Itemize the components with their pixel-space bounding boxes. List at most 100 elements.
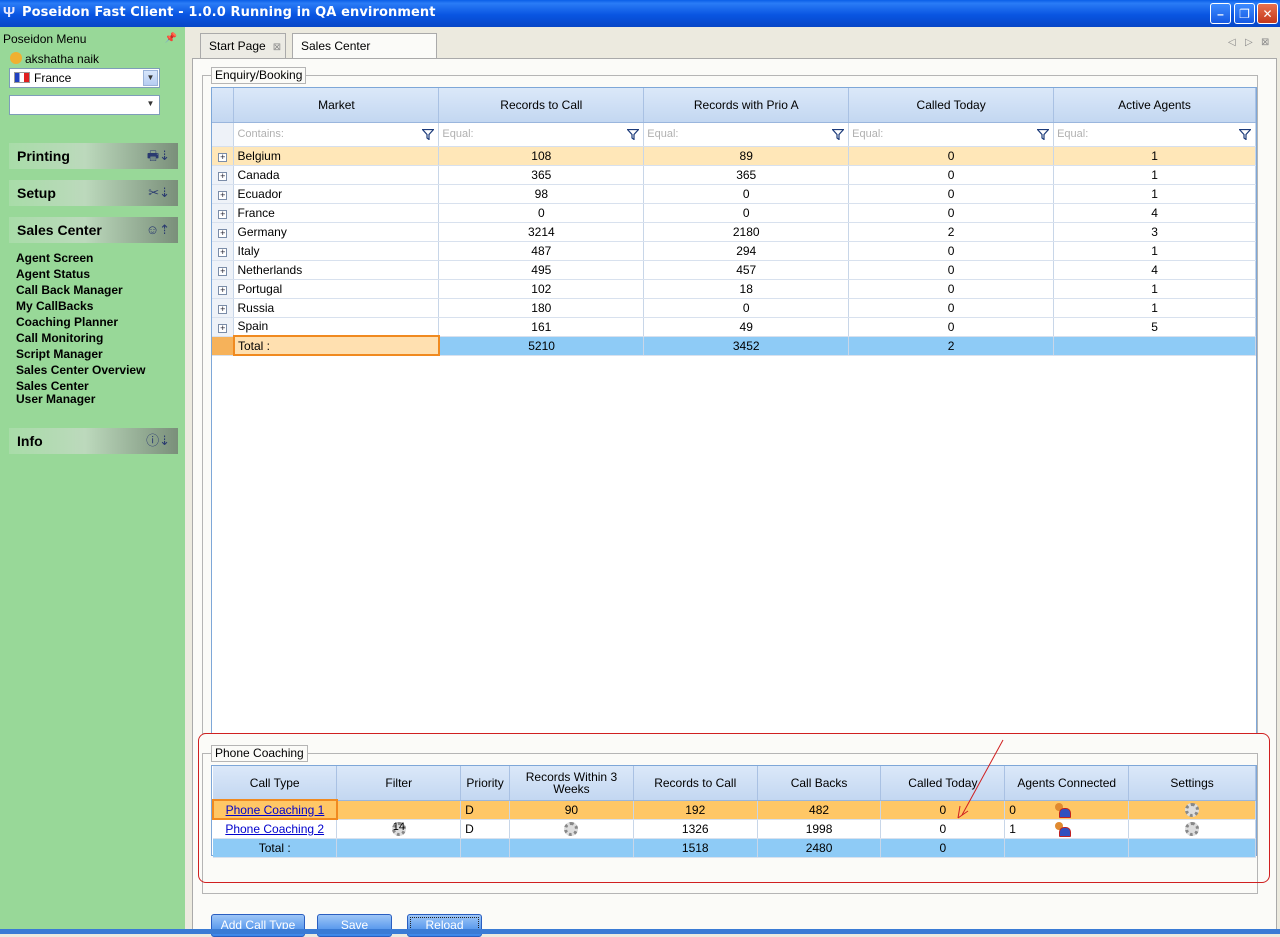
expand-plus-icon[interactable]: + — [218, 285, 228, 295]
records-to-call-cell[interactable]: 487 — [438, 241, 645, 261]
market-cell[interactable]: Netherlands — [233, 260, 440, 280]
records-prio-a-cell[interactable]: 49 — [643, 317, 850, 337]
expander-cell[interactable]: + — [212, 279, 235, 299]
expand-plus-icon[interactable]: + — [218, 228, 228, 238]
filter-records-prio-a[interactable]: Equal: — [643, 122, 850, 147]
funnel-icon[interactable] — [422, 128, 435, 140]
active-agents-cell[interactable]: 1 — [1053, 184, 1256, 204]
active-agents-cell[interactable]: 1 — [1053, 298, 1256, 318]
expand-plus-icon[interactable]: + — [218, 152, 228, 162]
market-row[interactable]: + Italy 487 294 0 1 — [212, 241, 1256, 261]
records-to-call-cell[interactable]: 102 — [438, 279, 645, 299]
records-prio-a-cell[interactable]: 89 — [643, 146, 850, 166]
records-to-call-cell[interactable]: 365 — [438, 165, 645, 185]
filter-active-agents[interactable]: Equal: — [1053, 122, 1256, 147]
expand-plus-icon[interactable]: + — [218, 323, 228, 333]
active-agents-cell[interactable]: 1 — [1053, 165, 1256, 185]
market-cell[interactable]: Germany — [233, 222, 440, 242]
chevron-down-icon[interactable]: ▼ — [143, 97, 158, 113]
market-cell[interactable]: Belgium — [233, 146, 440, 166]
active-agents-cell[interactable]: 5 — [1053, 317, 1256, 337]
market-cell[interactable]: Italy — [233, 241, 440, 261]
tab-sales-center-overview[interactable]: Sales Center Overview⊠ — [292, 33, 437, 77]
active-agents-cell[interactable]: 3 — [1053, 222, 1256, 242]
records-to-call-cell[interactable]: 3214 — [438, 222, 645, 242]
called-today-cell[interactable]: 0 — [848, 165, 1055, 185]
expander-cell[interactable]: + — [212, 184, 235, 204]
filter-called-today[interactable]: Equal: — [848, 122, 1055, 147]
group-printing[interactable]: Printing 🖶⇣ — [9, 143, 178, 169]
link-agent-screen[interactable]: Agent Screen — [16, 250, 145, 266]
market-cell[interactable]: Spain — [233, 317, 440, 337]
active-agents-cell[interactable]: 4 — [1053, 260, 1256, 280]
pin-icon[interactable]: 📌 — [165, 29, 177, 49]
group-info[interactable]: Info ⓘ⇣ — [9, 428, 178, 454]
secondary-select[interactable]: ▼ — [9, 95, 160, 115]
called-today-cell[interactable]: 0 — [848, 279, 1055, 299]
active-agents-cell[interactable]: 1 — [1053, 241, 1256, 261]
records-to-call-cell[interactable]: 108 — [438, 146, 645, 166]
called-today-cell[interactable]: 0 — [848, 317, 1055, 337]
tab-scroll-right-icon[interactable]: ▷ — [1245, 37, 1253, 48]
market-row[interactable]: + Germany 3214 2180 2 3 — [212, 222, 1256, 242]
called-today-cell[interactable]: 0 — [848, 298, 1055, 318]
market-row[interactable]: + Canada 365 365 0 1 — [212, 165, 1256, 185]
market-cell[interactable]: Ecuador — [233, 184, 440, 204]
minimize-button[interactable]: – — [1210, 3, 1231, 24]
expander-cell[interactable]: + — [212, 298, 235, 318]
expander-cell[interactable]: + — [212, 317, 235, 337]
records-to-call-cell[interactable]: 495 — [438, 260, 645, 280]
records-to-call-cell[interactable]: 0 — [438, 203, 645, 223]
records-to-call-cell[interactable]: 180 — [438, 298, 645, 318]
expander-cell[interactable]: + — [212, 165, 235, 185]
market-row[interactable]: + Portugal 102 18 0 1 — [212, 279, 1256, 299]
expand-plus-icon[interactable]: + — [218, 266, 228, 276]
expander-cell[interactable]: + — [212, 222, 235, 242]
funnel-icon[interactable] — [1239, 128, 1251, 140]
market-cell[interactable]: France — [233, 203, 440, 223]
header-called-today[interactable]: Called Today — [848, 88, 1055, 123]
records-prio-a-cell[interactable]: 457 — [643, 260, 850, 280]
records-prio-a-cell[interactable]: 365 — [643, 165, 850, 185]
market-row[interactable]: + Netherlands 495 457 0 4 — [212, 260, 1256, 280]
market-cell[interactable]: Portugal — [233, 279, 440, 299]
filter-records-to-call[interactable]: Equal: — [438, 122, 645, 147]
records-prio-a-cell[interactable]: 2180 — [643, 222, 850, 242]
market-row[interactable]: + Spain 161 49 0 5 — [212, 317, 1256, 337]
link-script-manager[interactable]: Script Manager — [16, 346, 145, 362]
market-cell[interactable]: Russia — [233, 298, 440, 318]
funnel-icon[interactable] — [1037, 128, 1050, 140]
tab-scroll-left-icon[interactable]: ◁ — [1228, 37, 1236, 48]
records-prio-a-cell[interactable]: 18 — [643, 279, 850, 299]
called-today-cell[interactable]: 0 — [848, 184, 1055, 204]
header-records-prio-a[interactable]: Records with Prio A — [643, 88, 850, 123]
active-agents-cell[interactable]: 1 — [1053, 279, 1256, 299]
called-today-cell[interactable]: 2 — [848, 222, 1055, 242]
records-to-call-cell[interactable]: 161 — [438, 317, 645, 337]
expand-plus-icon[interactable]: + — [218, 247, 228, 257]
funnel-icon[interactable] — [627, 128, 640, 140]
link-my-callbacks[interactable]: My CallBacks — [16, 298, 145, 314]
tab-start-page[interactable]: Start Page ⊠ — [200, 33, 286, 59]
market-row[interactable]: + France 0 0 0 4 — [212, 203, 1256, 223]
filter-market[interactable]: Contains: — [233, 122, 440, 147]
link-call-back-manager[interactable]: Call Back Manager — [16, 282, 145, 298]
close-icon[interactable]: ⊠ — [273, 42, 281, 53]
link-agent-status[interactable]: Agent Status — [16, 266, 145, 282]
link-call-monitoring[interactable]: Call Monitoring — [16, 330, 145, 346]
called-today-cell[interactable]: 0 — [848, 241, 1055, 261]
market-cell[interactable]: Canada — [233, 165, 440, 185]
header-records-to-call[interactable]: Records to Call — [438, 88, 645, 123]
expander-cell[interactable]: + — [212, 241, 235, 261]
country-select[interactable]: France ▼ — [9, 68, 160, 88]
funnel-icon[interactable] — [832, 128, 845, 140]
link-sales-center-user-manager[interactable]: Sales Center User Manager — [16, 378, 145, 407]
called-today-cell[interactable]: 0 — [848, 146, 1055, 166]
called-today-cell[interactable]: 0 — [848, 203, 1055, 223]
expand-plus-icon[interactable]: + — [218, 171, 228, 181]
active-agents-cell[interactable]: 1 — [1053, 146, 1256, 166]
market-row[interactable]: + Russia 180 0 0 1 — [212, 298, 1256, 318]
close-all-tabs-icon[interactable]: ⊠ — [1261, 37, 1269, 48]
records-prio-a-cell[interactable]: 0 — [643, 203, 850, 223]
expand-plus-icon[interactable]: + — [218, 209, 228, 219]
